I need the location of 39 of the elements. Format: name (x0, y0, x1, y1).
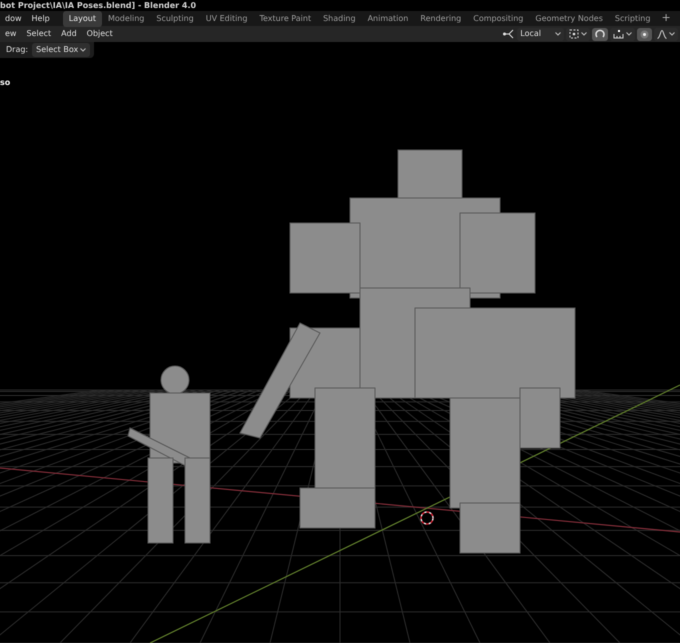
drag-label: Drag: (6, 44, 28, 56)
menu-item[interactable]: Object (82, 28, 118, 40)
magnet-icon (595, 29, 605, 39)
snap-target-dropdown[interactable] (610, 28, 635, 40)
chevron-down-icon (669, 32, 675, 36)
chevron-down-icon (555, 32, 561, 36)
workspace-tab[interactable]: Shading (317, 10, 362, 26)
falloff-dropdown[interactable] (654, 28, 678, 40)
add-workspace-button[interactable]: + (656, 10, 676, 27)
workspace-tab[interactable]: UV Editing (200, 10, 254, 26)
pivot-icon (569, 29, 579, 39)
chevron-down-icon (581, 32, 587, 36)
menu-item[interactable]: Add (56, 28, 82, 40)
select-mode-dropdown[interactable]: Select Box (32, 43, 90, 57)
pivot-dropdown[interactable] (566, 28, 590, 40)
3d-cursor-icon (420, 511, 434, 525)
workspace-tab[interactable]: Animation (362, 10, 414, 26)
orientation-dropdown[interactable]: Local (517, 28, 564, 40)
dot-circle-icon (640, 30, 649, 38)
menu-item[interactable]: dow (0, 12, 27, 24)
proportional-editing-toggle[interactable] (637, 28, 652, 40)
workspace-tab[interactable]: Texture Paint (253, 10, 318, 26)
viewport-overlay-text: so (0, 77, 10, 89)
workspace-tab[interactable]: Modeling (102, 10, 150, 26)
workspace-tab[interactable]: Scripting (608, 10, 656, 26)
menu-item[interactable]: Help (26, 12, 55, 24)
chevron-down-icon (626, 32, 632, 36)
menu-item[interactable]: ew (0, 28, 22, 40)
workspace-tab[interactable]: Geometry Nodes (529, 10, 609, 26)
workspace-tab[interactable]: Compositing (467, 10, 530, 26)
chevron-down-icon (80, 48, 86, 52)
snap-increment-icon (613, 30, 624, 38)
workspace-tab[interactable]: Sculpting (150, 10, 200, 26)
snap-toggle[interactable] (592, 28, 608, 40)
falloff-curve-icon (657, 30, 667, 38)
transform-orientation-icon[interactable] (503, 29, 516, 39)
workspace-tab[interactable]: Layout (62, 10, 102, 26)
menu-item[interactable]: Select (21, 28, 56, 40)
workspace-tab[interactable]: Rendering (414, 10, 468, 26)
